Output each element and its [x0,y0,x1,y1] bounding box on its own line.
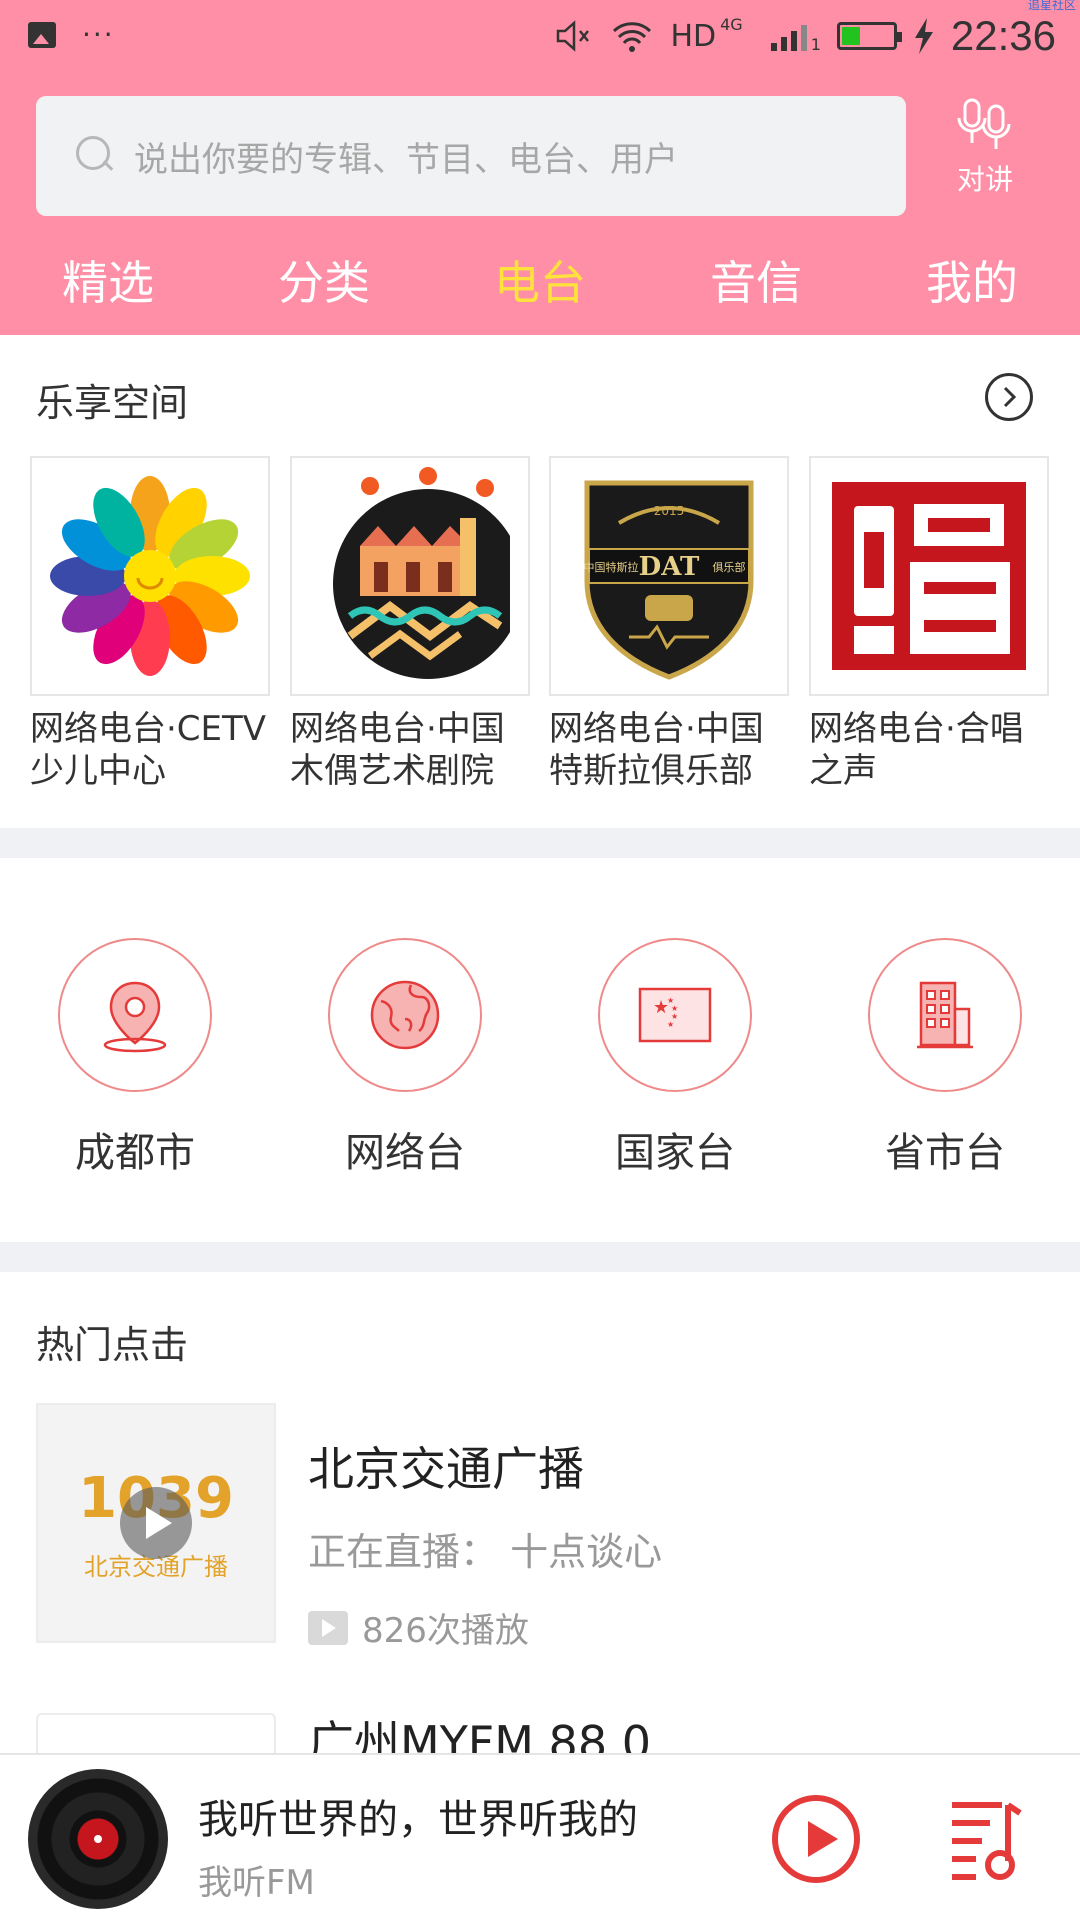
china-flag-icon: ★ ★ ★ ★ ★ [638,987,712,1043]
category-network[interactable]: 网络台 [328,938,482,1178]
card-line2: 木偶艺术剧院 [290,751,494,791]
tab-messages[interactable]: 音信 [710,247,802,313]
section-divider [0,1242,1080,1272]
space-more-button[interactable] [985,373,1033,421]
category-label: 省市台 [885,1130,1005,1176]
category-label: 国家台 [615,1130,735,1176]
space-cards: 网络电台·CETV 少儿中心 网络电台·中国 木偶艺术剧院 2015 DAT 中… [30,456,1050,796]
puppet-theatre-logo [290,456,530,696]
section-title-space: 乐享空间 [36,381,189,425]
live-program: 正在直播： 十点谈心 [308,1530,663,1574]
card-line1: 网络电台·合唱 [809,709,1024,749]
category-provincial[interactable]: 省市台 [868,938,1022,1178]
card-line2: 少儿中心 [30,751,166,791]
header: ··· HD 4G 1 22:36 追星社区 说出你要的专辑、节目、电台、用户 … [0,0,1080,335]
vinyl-disc-icon [28,1769,168,1909]
mini-player[interactable]: 我听世界的，世界听我的 我听FM [0,1753,1080,1920]
play-count-icon [308,1610,348,1645]
battery-icon [836,22,902,50]
card-line1: 网络电台·中国 [549,709,764,749]
wifi-icon [613,22,652,52]
category-label: 网络台 [345,1130,465,1176]
network-4g: 4G [720,14,743,34]
search-icon [76,136,116,176]
card-line1: 网络电台·CETV [30,709,267,749]
more-notifications-icon: ··· [82,18,115,51]
play-button[interactable] [772,1795,860,1883]
voice-intercom-button[interactable]: 对讲 [950,96,1020,206]
card-line2: 特斯拉俱乐部 [549,751,753,791]
search-input[interactable]: 说出你要的专辑、节目、电台、用户 [36,96,906,216]
category-national[interactable]: ★ ★ ★ ★ ★ 国家台 [598,938,752,1178]
network-type: HD [670,18,717,54]
chorus-seal-logo [809,456,1049,696]
search-placeholder: 说出你要的专辑、节目、电台、用户 [134,139,678,180]
play-count-text: 826次播放 [362,1611,529,1651]
player-title: 我听世界的，世界听我的 [198,1797,638,1843]
logo-left-text: 中国特斯拉 [584,560,639,574]
chevron-right-icon [1003,386,1017,408]
sim-index: 1 [810,34,821,54]
station-title: 广州MYFM 88.0 [308,1716,651,1753]
station-cover [36,1713,276,1753]
top-tabs: 精选 分类 电台 音信 我的 [0,240,1080,320]
section-divider [0,828,1080,858]
list-item[interactable]: 广州MYFM 88.0 [36,1713,1036,1753]
voice-label: 对讲 [956,163,1013,196]
card-line1: 网络电台·中国 [290,709,505,749]
mute-icon [557,20,590,52]
watermark: 追星社区 [1027,0,1076,12]
card-line2: 之声 [809,751,877,791]
logo-right-text: 俱乐部 [713,560,746,574]
section-title-hot: 热门点击 [36,1323,189,1367]
clock: 22:36 [950,12,1056,59]
globe-icon [370,980,440,1050]
station-cover: 1039 北京交通广播 [36,1403,276,1643]
category-local[interactable]: 成都市 [58,938,212,1178]
station-title: 北京交通广播 [308,1442,584,1496]
buildings-icon [917,981,973,1049]
svg-text:★: ★ [667,1020,674,1029]
space-card[interactable]: 网络电台·合唱 之声 [809,456,1049,792]
category-label: 成都市 [75,1130,195,1176]
space-card[interactable]: 网络电台·CETV 少儿中心 [30,456,270,792]
charging-icon [914,18,933,54]
microphone-icon [957,98,1011,149]
play-count: 826次播放 [308,1603,529,1652]
location-pin-icon [103,981,167,1053]
tab-featured[interactable]: 精选 [62,247,154,313]
tab-radio[interactable]: 电台 [494,247,586,313]
list-item[interactable]: 1039 北京交通广播 北京交通广播 正在直播： 十点谈心 826次播放 [36,1403,1036,1651]
status-bar: ··· HD 4G 1 22:36 追星社区 [0,0,1080,72]
tesla-club-logo: 2015 DAT 中国特斯拉 俱乐部 [549,456,789,696]
logo-text: DAT [639,552,700,582]
playlist-icon[interactable] [950,1797,1022,1881]
tab-categories[interactable]: 分类 [278,247,370,313]
tab-mine[interactable]: 我的 [926,247,1018,313]
signal-icon [770,21,807,51]
space-card[interactable]: 网络电台·中国 木偶艺术剧院 [290,456,530,792]
player-subtitle: 我听FM [198,1863,315,1903]
cetv-logo [30,456,270,696]
space-card[interactable]: 2015 DAT 中国特斯拉 俱乐部 网络电台·中国 特斯拉俱乐部 [549,456,789,792]
image-notification-icon [28,22,56,48]
